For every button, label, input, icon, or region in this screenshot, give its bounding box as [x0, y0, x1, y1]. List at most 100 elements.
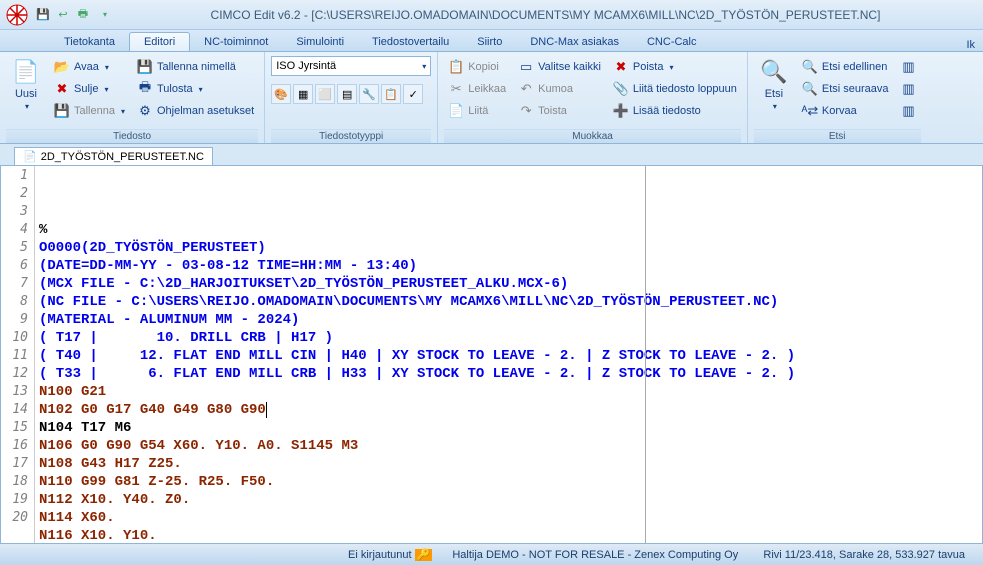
tab-editori[interactable]: Editori [129, 32, 190, 51]
find-next-button[interactable]: 🔍Etsi seuraava [798, 78, 893, 100]
print-icon: 🖶 [137, 81, 153, 97]
code-line[interactable]: (MCX FILE - C:\2D_HARJOITUKSET\2D_TYÖSTÖ… [39, 275, 978, 293]
new-file-icon: 📄 [12, 58, 40, 86]
tab-siirto[interactable]: Siirto [463, 33, 516, 51]
close-button[interactable]: ✖Sulje▾ [50, 78, 129, 100]
line-number: 18 [1, 473, 28, 491]
new-button[interactable]: 📄 Uusi ▾ [6, 56, 46, 113]
code-line[interactable]: ( T17 | 10. DRILL CRB | H17 ) [39, 329, 978, 347]
line-number: 12 [1, 365, 28, 383]
qat-undo-icon[interactable]: ↩ [54, 6, 72, 24]
code-line[interactable]: ( T33 | 6. FLAT END MILL CRB | H33 | XY … [39, 365, 978, 383]
find-ext-1[interactable]: ▥ [897, 56, 921, 78]
code-line[interactable]: N106 G0 G90 G54 X60. Y10. A0. S1145 M3 [39, 437, 978, 455]
save-button[interactable]: 💾Tallenna▾ [50, 100, 129, 122]
split-divider[interactable] [645, 166, 646, 543]
code-line[interactable]: N102 G0 G17 G40 G49 G80 G90 [39, 401, 978, 419]
redo-button[interactable]: ↷Toista [514, 100, 605, 122]
find-button[interactable]: 🔍 Etsi ▾ [754, 56, 794, 113]
tab-tiedostovertailu[interactable]: Tiedostovertailu [358, 33, 463, 51]
type-icon-6[interactable]: 📋 [381, 84, 401, 104]
type-icon-1[interactable]: 🎨 [271, 84, 291, 104]
new-label: Uusi [15, 88, 37, 100]
tab-nc-toiminnot[interactable]: NC-toiminnot [190, 33, 282, 51]
tab-dnc-max[interactable]: DNC-Max asiakas [516, 33, 633, 51]
code-line[interactable]: (MATERIAL - ALUMINUM MM - 2024) [39, 311, 978, 329]
selectall-button[interactable]: ▭Valitse kaikki [514, 56, 605, 78]
line-number: 15 [1, 419, 28, 437]
type-icon-3[interactable]: ⬜ [315, 84, 335, 104]
line-gutter: 1234567891011121314151617181920 [1, 166, 35, 543]
insert-button[interactable]: ➕Lisää tiedosto [609, 100, 741, 122]
qat-save-icon[interactable]: 💾 [34, 6, 52, 24]
type-icon-5[interactable]: 🔧 [359, 84, 379, 104]
qat-dropdown-icon[interactable]: ▾ [96, 6, 114, 24]
find-ext-2[interactable]: ▥ [897, 78, 921, 100]
replace-button[interactable]: ᴬ⇄Korvaa [798, 100, 893, 122]
status-license: Haltija DEMO - NOT FOR RESALE - Zenex Co… [442, 549, 748, 561]
status-position: Rivi 11/23.418, Sarake 28, 533.927 tavua [753, 549, 975, 561]
type-icon-row: 🎨 ▦ ⬜ ▤ 🔧 📋 ✓ [271, 84, 431, 104]
code-line[interactable]: N108 G43 H17 Z25. [39, 455, 978, 473]
group-tiedosto: 📄 Uusi ▾ 📂Avaa▾ ✖Sulje▾ 💾Tallenna▾ 💾Tall… [0, 52, 265, 143]
app-icon[interactable] [6, 4, 28, 26]
append-button[interactable]: 📎Liitä tiedosto loppuun [609, 78, 741, 100]
saveas-button[interactable]: 💾Tallenna nimellä [133, 56, 258, 78]
paste-button[interactable]: 📄Liitä [444, 100, 510, 122]
document-tab[interactable]: 📄 2D_TYÖSTÖN_PERUSTEET.NC [14, 147, 213, 165]
settings-button[interactable]: ⚙Ohjelman asetukset [133, 100, 258, 122]
titlebar: 💾 ↩ 🖶 ▾ CIMCO Edit v6.2 - [C:\USERS\REIJ… [0, 0, 983, 30]
copy-icon: 📋 [448, 59, 464, 75]
type-icon-2[interactable]: ▦ [293, 84, 313, 104]
chevron-down-icon: ▾ [25, 102, 29, 111]
code-line[interactable]: (DATE=DD-MM-YY - 03-08-12 TIME=HH:MM - 1… [39, 257, 978, 275]
type-icon-4[interactable]: ▤ [337, 84, 357, 104]
doc-tab-label: 2D_TYÖSTÖN_PERUSTEET.NC [41, 151, 204, 163]
copy-button[interactable]: 📋Kopioi [444, 56, 510, 78]
line-number: 9 [1, 311, 28, 329]
status-login: Ei kirjautunut 🔑 [338, 548, 442, 561]
find-ext-3[interactable]: ▥ [897, 100, 921, 122]
document-tabs: 📄 2D_TYÖSTÖN_PERUSTEET.NC [0, 144, 983, 166]
group-muokkaa: 📋Kopioi ✂Leikkaa 📄Liitä ▭Valitse kaikki … [438, 52, 748, 143]
code-line[interactable]: N114 X60. [39, 509, 978, 527]
find-ext-icon: ▥ [901, 59, 917, 75]
tab-cnc-calc[interactable]: CNC-Calc [633, 33, 711, 51]
key-icon: 🔑 [415, 549, 433, 561]
code-line[interactable]: N100 G21 [39, 383, 978, 401]
print-button[interactable]: 🖶Tulosta▾ [133, 78, 258, 100]
code-line[interactable]: O0000(2D_TYÖSTÖN_PERUSTEET) [39, 239, 978, 257]
filetype-value: ISO Jyrsintä [276, 60, 336, 72]
code-line[interactable]: % [39, 221, 978, 239]
code-line[interactable]: N110 G99 G81 Z-25. R25. F50. [39, 473, 978, 491]
code-line[interactable]: N112 X10. Y40. Z0. [39, 491, 978, 509]
filetype-combo[interactable]: ISO Jyrsintä ▾ [271, 56, 431, 76]
tab-simulointi[interactable]: Simulointi [282, 33, 358, 51]
find-prev-button[interactable]: 🔍Etsi edellinen [798, 56, 893, 78]
code-area[interactable]: %O0000(2D_TYÖSTÖN_PERUSTEET)(DATE=DD-MM-… [35, 166, 982, 543]
type-icon-7[interactable]: ✓ [403, 84, 423, 104]
quick-access-toolbar: 💾 ↩ 🖶 ▾ [34, 6, 114, 24]
code-line[interactable]: N116 X10. Y10. [39, 527, 978, 543]
redo-icon: ↷ [518, 103, 534, 119]
qat-print-icon[interactable]: 🖶 [74, 6, 92, 24]
tab-overflow[interactable]: Ik [966, 39, 983, 51]
cut-button[interactable]: ✂Leikkaa [444, 78, 510, 100]
open-button[interactable]: 📂Avaa▾ [50, 56, 129, 78]
group-title-etsi: Etsi [754, 129, 921, 143]
code-line[interactable]: ( T40 | 12. FLAT END MILL CIN | H40 | XY… [39, 347, 978, 365]
line-number: 3 [1, 203, 28, 221]
line-number: 4 [1, 221, 28, 239]
delete-button[interactable]: ✖Poista▾ [609, 56, 741, 78]
search-icon: 🔍 [760, 58, 788, 86]
code-line[interactable]: (NC FILE - C:\USERS\REIJO.OMADOMAIN\DOCU… [39, 293, 978, 311]
code-line[interactable]: N104 T17 M6 [39, 419, 978, 437]
append-icon: 📎 [613, 81, 629, 97]
paste-icon: 📄 [448, 103, 464, 119]
line-number: 10 [1, 329, 28, 347]
undo-button[interactable]: ↶Kumoa [514, 78, 605, 100]
line-number: 16 [1, 437, 28, 455]
line-number: 13 [1, 383, 28, 401]
tab-tietokanta[interactable]: Tietokanta [50, 33, 129, 51]
line-number: 5 [1, 239, 28, 257]
